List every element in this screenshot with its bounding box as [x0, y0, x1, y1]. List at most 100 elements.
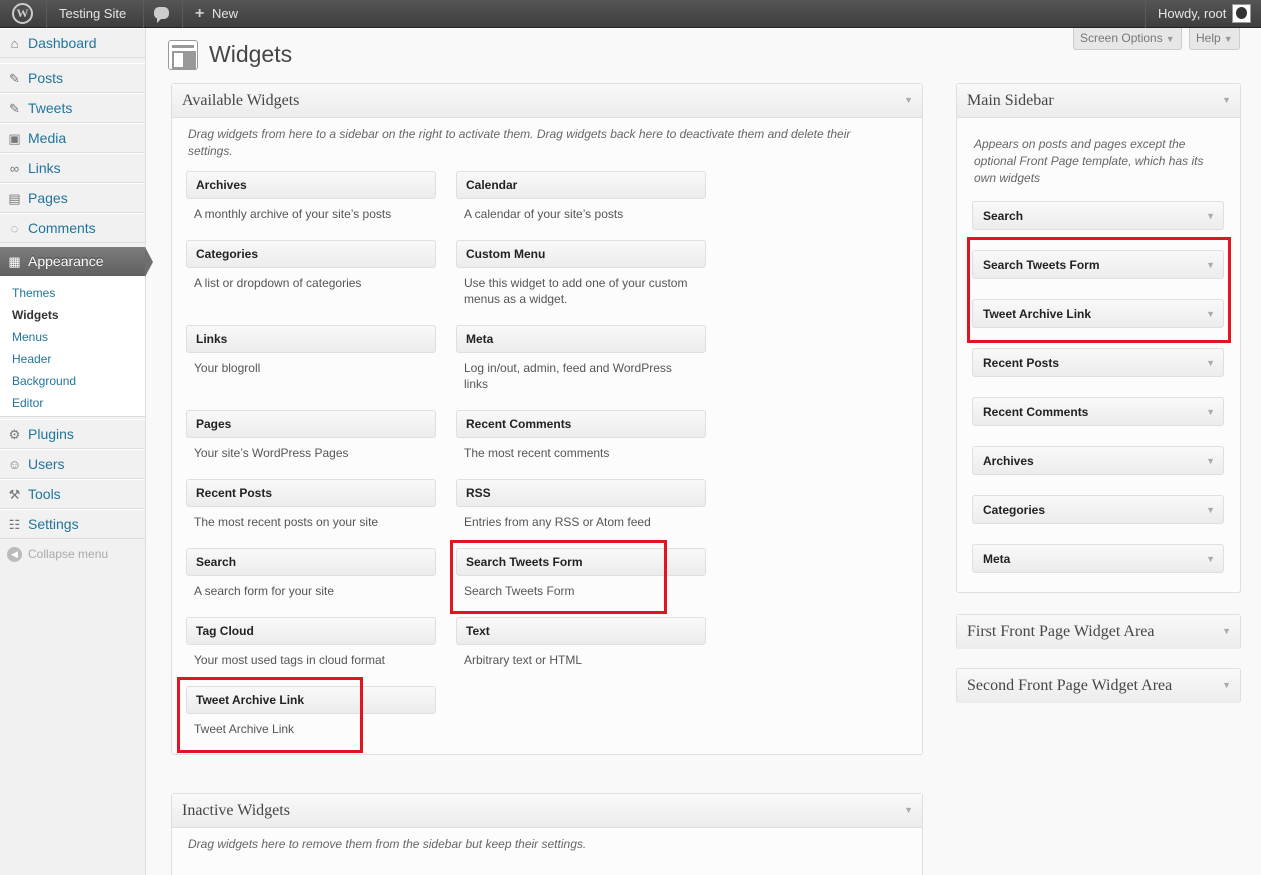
highlight-box [177, 677, 363, 753]
sidebar-widget-title: Recent Posts [983, 356, 1060, 370]
widget-search[interactable]: Search A search form for your site [186, 548, 436, 599]
widget-description: Use this widget to add one of your custo… [464, 276, 688, 306]
comment-bubble-icon [154, 7, 169, 23]
sidebar-widget-title: Recent Comments [983, 405, 1089, 419]
sidebar-widget-title: Archives [983, 454, 1034, 468]
widget-calendar[interactable]: Calendar A calendar of your site’s posts [456, 171, 706, 222]
site-name-link[interactable]: Testing Site [59, 0, 126, 28]
comment-icon: ◌ [10, 221, 19, 236]
menu-item-plugins[interactable]: ⚙ Plugins [0, 419, 145, 449]
expand-arrow-icon[interactable]: ▼ [1206, 407, 1215, 417]
menu-label: Media [28, 130, 67, 146]
menu-label: Links [28, 160, 61, 176]
howdy-link[interactable]: Howdy, root [1158, 0, 1226, 28]
widget-description: Your blogroll [194, 361, 261, 375]
widget-rss[interactable]: RSS Entries from any RSS or Atom feed [456, 479, 706, 530]
main-sidebar-header[interactable]: Main Sidebar ▼ [957, 84, 1240, 118]
sidebar-widget-search[interactable]: Search ▼ [972, 201, 1224, 230]
toggle-arrow-icon[interactable]: ▼ [904, 95, 913, 105]
menu-item-dashboard[interactable]: ⌂ Dashboard [0, 28, 145, 58]
widget-title[interactable]: Calendar [456, 171, 706, 199]
submenu-background[interactable]: Background [12, 374, 76, 388]
submenu-menus[interactable]: Menus [12, 330, 48, 344]
widget-title[interactable]: Search [186, 548, 436, 576]
highlight-box [967, 237, 1231, 343]
collapse-arrow-icon: ◀ [7, 547, 22, 563]
widget-title[interactable]: Pages [186, 410, 436, 438]
widget-custom-menu[interactable]: Custom Menu Use this widget to add one o… [456, 240, 706, 307]
appearance-submenu: Themes Widgets Menus Header Background E… [0, 276, 145, 417]
panel-title: Second Front Page Widget Area [967, 677, 1173, 694]
widget-title[interactable]: Recent Posts [186, 479, 436, 507]
menu-label: Pages [28, 190, 68, 206]
widget-title[interactable]: Text [456, 617, 706, 645]
submenu-header[interactable]: Header [12, 352, 51, 366]
comments-link[interactable] [154, 0, 170, 28]
widget-recent-posts[interactable]: Recent Posts The most recent posts on yo… [186, 479, 436, 530]
menu-item-posts[interactable]: ✎ Posts [0, 63, 145, 93]
menu-item-tools[interactable]: ⚒ Tools [0, 479, 145, 509]
second-front-page-widget-area[interactable]: Second Front Page Widget Area ▼ [956, 668, 1241, 703]
menu-label: Tweets [28, 100, 73, 116]
widget-description: The most recent comments [464, 446, 610, 460]
chevron-down-icon: ▼ [1165, 34, 1175, 44]
screen-options-button[interactable]: Screen Options ▼ [1073, 28, 1182, 50]
available-widgets-header[interactable]: Available Widgets ▼ [172, 84, 922, 118]
settings-icon: ☷ [8, 517, 21, 532]
menu-item-tweets[interactable]: ✎ Tweets [0, 93, 145, 123]
sidebar-widget-categories[interactable]: Categories ▼ [972, 495, 1224, 524]
widget-meta[interactable]: Meta Log in/out, admin, feed and WordPre… [456, 325, 706, 392]
plugin-icon: ⚙ [8, 427, 21, 442]
expand-arrow-icon[interactable]: ▼ [1206, 505, 1215, 515]
widget-title[interactable]: RSS [456, 479, 706, 507]
pin-icon: ✎ [9, 101, 20, 116]
widget-title[interactable]: Custom Menu [456, 240, 706, 268]
expand-arrow-icon[interactable]: ▼ [1206, 358, 1215, 368]
toggle-arrow-icon[interactable]: ▼ [1222, 95, 1231, 105]
sidebar-widget-recent-comments[interactable]: Recent Comments ▼ [972, 397, 1224, 426]
widget-title[interactable]: Categories [186, 240, 436, 268]
widget-recent-comments[interactable]: Recent Comments The most recent comments [456, 410, 706, 461]
first-front-page-widget-area[interactable]: First Front Page Widget Area ▼ [956, 614, 1241, 649]
collapse-menu-button[interactable]: ◀ Collapse menu [7, 547, 108, 563]
toggle-arrow-icon[interactable]: ▼ [1222, 626, 1231, 636]
submenu-themes[interactable]: Themes [12, 286, 55, 300]
widget-links[interactable]: Links Your blogroll [186, 325, 436, 376]
sidebar-widget-recent-posts[interactable]: Recent Posts ▼ [972, 348, 1224, 377]
first-area-header[interactable]: First Front Page Widget Area ▼ [957, 615, 1240, 649]
submenu-widgets[interactable]: Widgets [12, 308, 59, 322]
help-button[interactable]: Help ▼ [1189, 28, 1240, 50]
inactive-widgets-header[interactable]: Inactive Widgets ▼ [172, 794, 922, 828]
sidebar-widget-archives[interactable]: Archives ▼ [972, 446, 1224, 475]
new-content-link[interactable]: + New [195, 0, 238, 28]
expand-arrow-icon[interactable]: ▼ [1206, 456, 1215, 466]
widget-tag-cloud[interactable]: Tag Cloud Your most used tags in cloud f… [186, 617, 436, 668]
widget-title[interactable]: Meta [456, 325, 706, 353]
avatar[interactable] [1232, 4, 1251, 23]
widget-categories[interactable]: Categories A list or dropdown of categor… [186, 240, 436, 291]
widget-title[interactable]: Links [186, 325, 436, 353]
widget-pages[interactable]: Pages Your site’s WordPress Pages [186, 410, 436, 461]
widget-title[interactable]: Archives [186, 171, 436, 199]
expand-arrow-icon[interactable]: ▼ [1206, 211, 1215, 221]
menu-item-appearance[interactable]: ▦ Appearance [0, 247, 153, 277]
menu-item-links[interactable]: ∞ Links [0, 153, 145, 183]
menu-item-settings[interactable]: ☷ Settings [0, 509, 145, 539]
sidebar-widget-meta[interactable]: Meta ▼ [972, 544, 1224, 573]
widget-text[interactable]: Text Arbitrary text or HTML [456, 617, 706, 668]
wordpress-logo-icon[interactable]: W [12, 0, 34, 28]
menu-label: Posts [28, 70, 64, 86]
widget-archives[interactable]: Archives A monthly archive of your site’… [186, 171, 436, 222]
widget-title[interactable]: Tag Cloud [186, 617, 436, 645]
menu-item-media[interactable]: ▣ Media [0, 123, 145, 153]
menu-item-comments[interactable]: ◌ Comments [0, 213, 145, 243]
toggle-arrow-icon[interactable]: ▼ [904, 805, 913, 815]
expand-arrow-icon[interactable]: ▼ [1206, 554, 1215, 564]
toggle-arrow-icon[interactable]: ▼ [1222, 680, 1231, 690]
second-area-header[interactable]: Second Front Page Widget Area ▼ [957, 669, 1240, 703]
menu-item-pages[interactable]: ▤ Pages [0, 183, 145, 213]
widget-description: A search form for your site [194, 584, 335, 598]
menu-item-users[interactable]: ☺ Users [0, 449, 145, 479]
widget-title[interactable]: Recent Comments [456, 410, 706, 438]
submenu-editor[interactable]: Editor [12, 396, 43, 410]
